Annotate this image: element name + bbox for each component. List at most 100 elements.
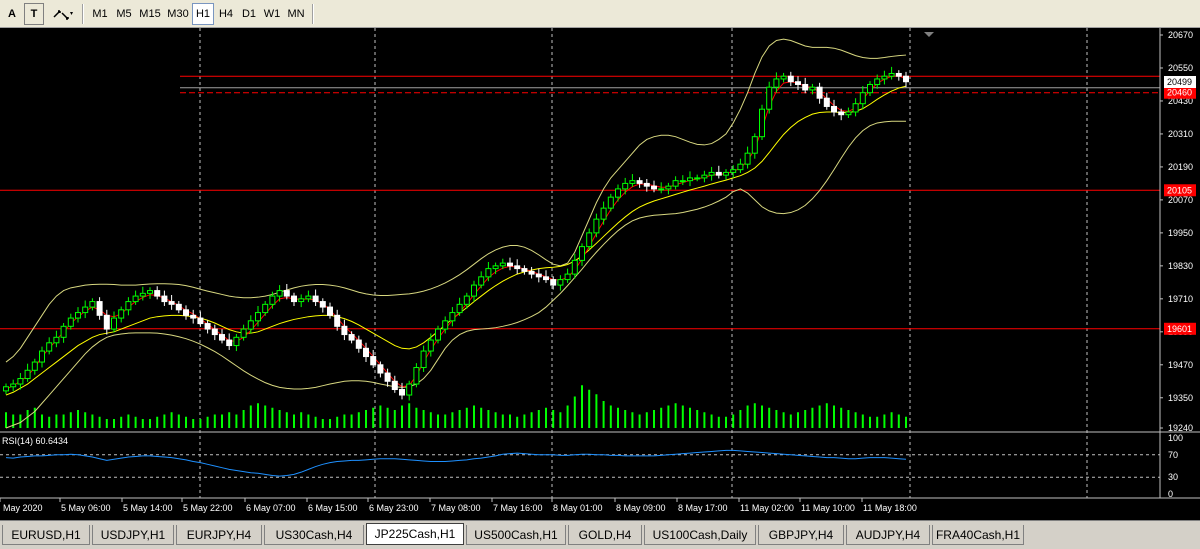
time-label: 11 May 18:00	[863, 503, 917, 513]
candle-body	[233, 336, 240, 347]
candle-body	[442, 320, 449, 330]
chart-shift-marker-icon[interactable]	[924, 32, 934, 37]
slow-moving-average	[5, 85, 907, 396]
moving-averages	[5, 75, 907, 396]
chart-window[interactable]: 20670 20550 20430 20310 20190 20070 19950 19830…	[0, 28, 1200, 520]
candle-body	[427, 339, 434, 352]
candle-body	[384, 372, 391, 382]
chart-tab-us500cash-h1[interactable]: US500Cash,H1	[466, 525, 566, 545]
time-label: 7 May 08:00	[431, 503, 481, 513]
candle-body	[651, 185, 657, 190]
candle-body	[75, 312, 81, 319]
candle-body	[139, 292, 146, 297]
candle-body	[593, 218, 600, 234]
price-chart[interactable]: 2067020550204302031020190200701995019830…	[0, 28, 1200, 520]
candle-body	[708, 171, 715, 176]
price-label: 19350	[1168, 393, 1193, 403]
candle-body	[629, 180, 636, 184]
candle-body	[111, 317, 117, 330]
candle-body	[672, 180, 679, 187]
time-label: 11 May 02:00	[740, 503, 794, 513]
candle-body	[449, 312, 456, 322]
candle-body	[370, 356, 377, 366]
candle-body	[456, 303, 463, 314]
candle-body	[168, 301, 175, 305]
level-price-label: 20460	[1167, 88, 1192, 98]
text-tool-button[interactable]: A	[2, 3, 22, 25]
candle-body	[183, 309, 189, 316]
chart-tab-jp225cash-h1[interactable]: JP225Cash,H1	[366, 523, 464, 545]
candle-body	[485, 268, 492, 278]
candle-body	[226, 339, 233, 347]
timeframe-w1-button[interactable]: W1	[260, 3, 284, 25]
timeframe-h4-button[interactable]: H4	[214, 3, 238, 25]
candle-body	[795, 81, 801, 85]
chart-grid	[199, 28, 1088, 498]
candle-body	[319, 301, 326, 308]
chart-tab-audjpy-h4[interactable]: AUDJPY,H4	[846, 525, 930, 545]
candle-body	[478, 276, 485, 286]
arrow-cursor-icon	[53, 10, 73, 20]
candle-body	[550, 279, 557, 286]
timeframe-m15-button[interactable]: M15	[136, 3, 164, 25]
chart-tab-us100cash-daily[interactable]: US100Cash,Daily	[644, 525, 756, 545]
candle-body	[471, 284, 477, 297]
bollinger-lower-band	[5, 120, 906, 429]
candle-body	[744, 152, 751, 165]
candle-body	[312, 295, 319, 303]
candle-body	[89, 301, 96, 308]
candle-body	[31, 361, 38, 371]
level-price-label: 19601	[1167, 324, 1192, 334]
candle-body	[579, 246, 585, 261]
candle-body	[557, 279, 564, 286]
timeframe-h1-button[interactable]: H1	[192, 3, 214, 25]
time-label: 6 May 15:00	[308, 503, 358, 513]
chart-tab-us30cash-h4[interactable]: US30Cash,H4	[264, 525, 364, 545]
timeframe-m5-button[interactable]: M5	[112, 3, 136, 25]
candle-body	[507, 262, 513, 267]
timeframe-d1-button[interactable]: D1	[238, 3, 260, 25]
volume-bars	[5, 385, 907, 428]
timeframe-m30-button[interactable]: M30	[164, 3, 192, 25]
candle-body	[780, 75, 787, 80]
time-label: 5 May 14:00	[123, 503, 173, 513]
candle-body	[636, 180, 643, 184]
chart-tab-eurjpy-h4[interactable]: EURJPY,H4	[176, 525, 262, 545]
candle-body	[665, 185, 672, 190]
chart-tab-fra40cash-h1[interactable]: FRA40Cash,H1	[932, 525, 1024, 545]
candle-body	[17, 378, 24, 385]
timeframe-mn-button[interactable]: MN	[284, 3, 308, 25]
timeframe-m1-button[interactable]: M1	[88, 3, 112, 25]
candle-body	[327, 306, 333, 316]
candlesticks	[3, 66, 909, 401]
candle-body	[831, 105, 837, 113]
candle-body	[888, 72, 895, 77]
candle-body	[751, 136, 758, 154]
candle-body	[514, 265, 521, 270]
candle-body	[348, 334, 355, 341]
price-label: 20670	[1168, 30, 1193, 40]
candle-body	[845, 111, 852, 116]
price-label: 19950	[1168, 228, 1193, 238]
chart-tab-usdjpy-h1[interactable]: USDJPY,H1	[92, 525, 174, 545]
text-label-tool-button[interactable]: T	[24, 3, 44, 25]
time-label: 8 May 17:00	[678, 503, 728, 513]
candle-body	[521, 268, 528, 272]
rsi-pane: RSI(14) 60.6434 10070300	[0, 431, 1200, 499]
fast-moving-average	[5, 75, 907, 390]
candle-body	[600, 207, 607, 220]
chart-tab-gbpjpy-h4[interactable]: GBPJPY,H4	[758, 525, 844, 545]
price-label: 19710	[1168, 294, 1193, 304]
rsi-indicator-label: RSI(14) 60.6434	[2, 436, 68, 446]
arrows-tool-button[interactable]	[50, 3, 76, 25]
candle-body	[766, 86, 773, 110]
candle-body	[643, 182, 650, 187]
chart-tab-eurusd-h1[interactable]: EURUSD,H1	[2, 525, 90, 545]
candle-body	[161, 295, 168, 303]
candle-body	[759, 108, 765, 138]
chart-tab-gold-h4[interactable]: GOLD,H4	[568, 525, 642, 545]
candle-body	[305, 295, 312, 300]
price-label: 20070	[1168, 195, 1193, 205]
time-label: 7 May 16:00	[493, 503, 543, 513]
rsi-level-label: 100	[1168, 433, 1183, 443]
